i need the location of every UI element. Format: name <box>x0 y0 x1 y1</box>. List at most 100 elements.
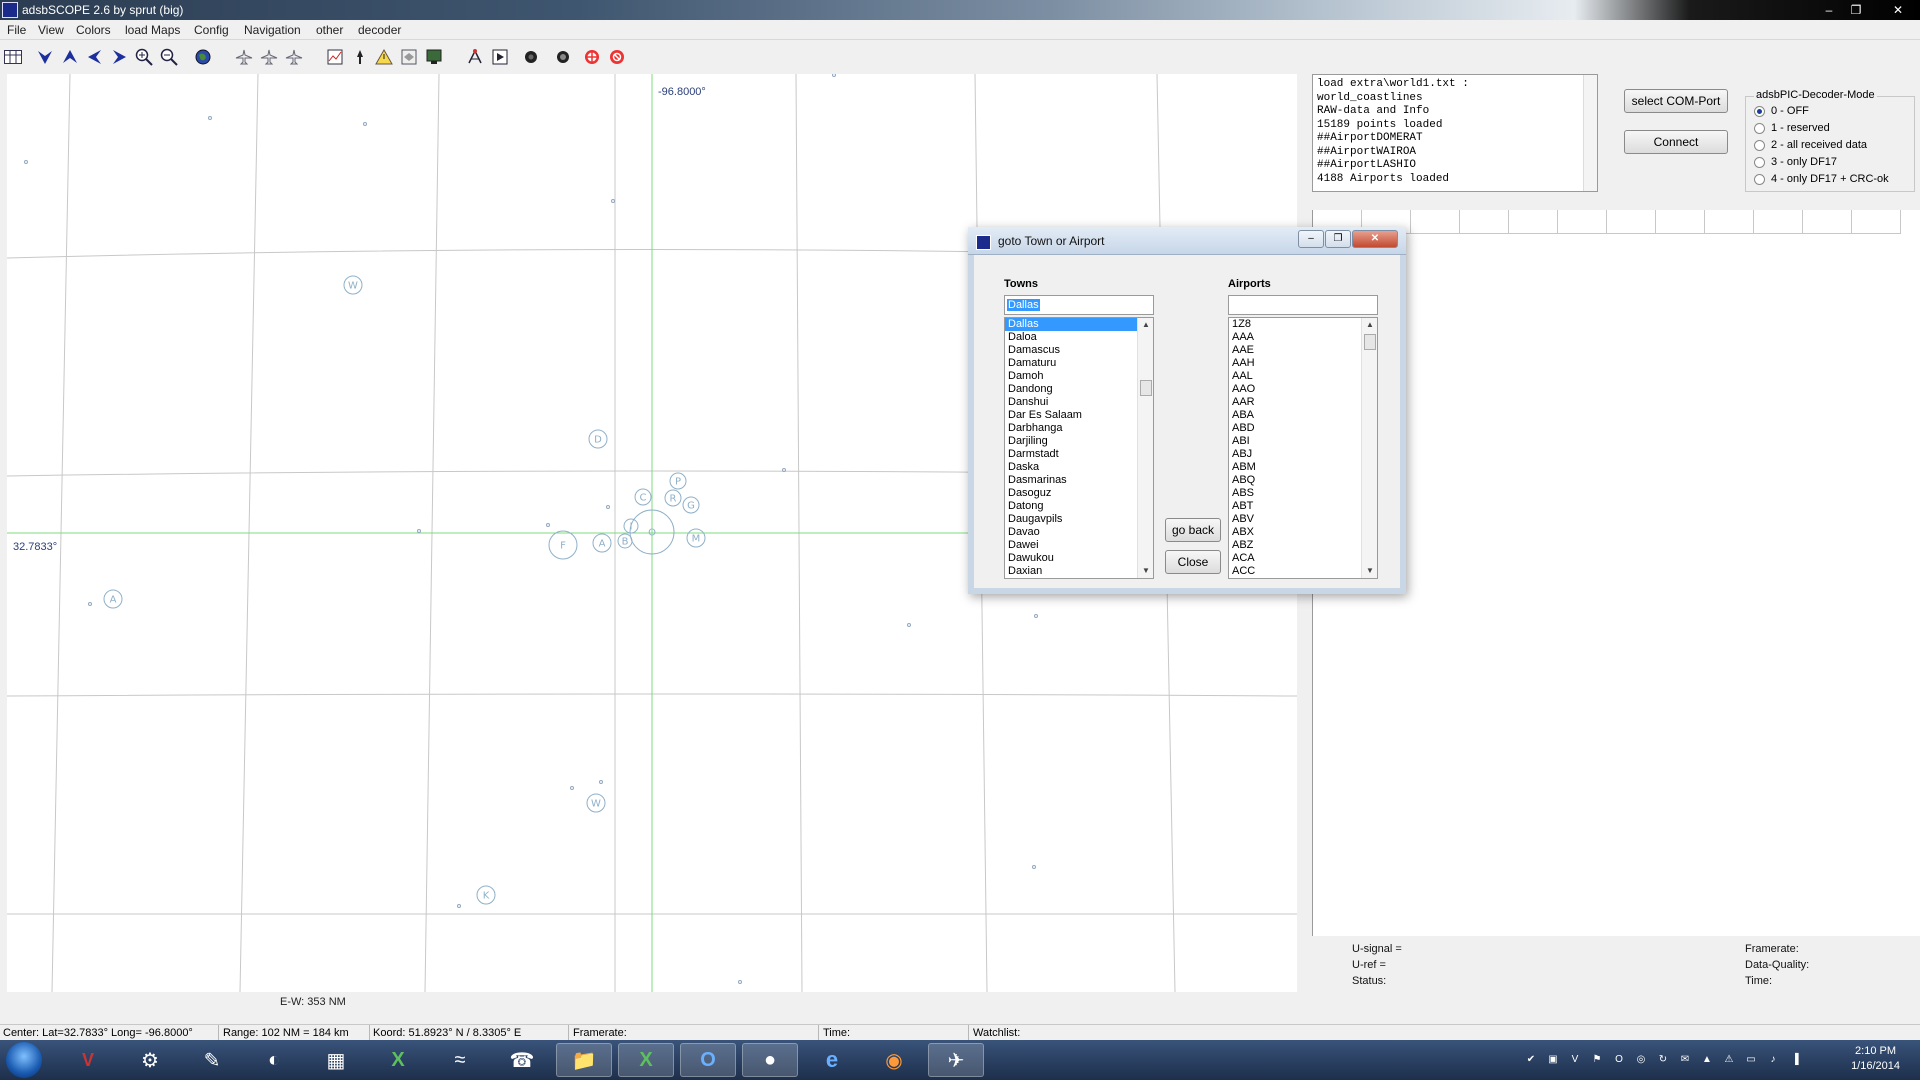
airport-marker[interactable]: R <box>664 489 682 507</box>
airport-marker[interactable]: A <box>103 589 123 609</box>
airport-marker[interactable]: M <box>686 528 706 548</box>
excel-window-icon[interactable]: X <box>618 1043 674 1077</box>
airport-marker[interactable]: P <box>669 472 687 490</box>
table-icon[interactable] <box>2 46 24 68</box>
town-list-item[interactable]: Daska <box>1005 461 1153 474</box>
menu-navigation[interactable]: Navigation <box>244 23 301 37</box>
network-app-icon[interactable]: ⚙ <box>122 1043 178 1077</box>
airport-marker[interactable]: W <box>343 275 363 295</box>
mode-option-2[interactable]: 2 - all received data <box>1754 139 1867 151</box>
airport-marker[interactable]: W <box>586 793 606 813</box>
tray-volume-icon[interactable]: ♪ <box>1766 1054 1780 1068</box>
excel-app-icon[interactable]: X <box>370 1043 426 1077</box>
select-com-port-button[interactable]: select COM-Port <box>1624 89 1728 113</box>
table-header-cell[interactable] <box>1607 210 1656 234</box>
airport-list-item[interactable]: AAO <box>1229 383 1377 396</box>
town-list-item[interactable]: Datong <box>1005 500 1153 513</box>
clock[interactable]: 2:10 PM 1/16/2014 <box>1851 1044 1900 1074</box>
town-list-item[interactable]: Dar Es Salaam <box>1005 409 1153 422</box>
towns-scrollbar[interactable]: ▲ ▼ <box>1137 318 1153 578</box>
airports-scrollbar[interactable]: ▲ ▼ <box>1361 318 1377 578</box>
airport-list-item[interactable]: ACA <box>1229 552 1377 565</box>
radio-icon[interactable] <box>1754 105 1765 117</box>
tray-flag-icon[interactable]: ⚑ <box>1590 1054 1604 1068</box>
stop-target-icon[interactable] <box>606 46 628 68</box>
radio-icon[interactable] <box>1754 122 1765 134</box>
adsbscope-app-icon[interactable]: ✈ <box>928 1043 984 1077</box>
log-box[interactable]: load extra\world1.txt : world_coastlines… <box>1312 74 1598 192</box>
radio-icon[interactable] <box>1754 139 1765 151</box>
arrow-down-icon[interactable] <box>34 46 56 68</box>
close-button[interactable]: Close <box>1165 550 1221 574</box>
town-list-item[interactable]: Daugavpils <box>1005 513 1153 526</box>
tray-signal-icon[interactable]: ▐ <box>1788 1054 1802 1068</box>
airport-list-item[interactable]: ABV <box>1229 513 1377 526</box>
dialog-minimize-icon[interactable]: ‒ <box>1298 230 1324 248</box>
radio-icon[interactable] <box>1754 173 1765 185</box>
go-back-button[interactable]: go back <box>1165 518 1221 542</box>
menu-view[interactable]: View <box>38 23 64 37</box>
tray-sync-icon[interactable]: ↻ <box>1656 1054 1670 1068</box>
airport-list-item[interactable]: AAL <box>1229 370 1377 383</box>
calc-app-icon[interactable]: ▦ <box>308 1043 364 1077</box>
airport-list-item[interactable]: ABS <box>1229 487 1377 500</box>
explorer-app-icon[interactable]: 📁 <box>556 1043 612 1077</box>
town-list-item[interactable]: Damascus <box>1005 344 1153 357</box>
airport-list-item[interactable]: ABT <box>1229 500 1377 513</box>
airport-list-item[interactable]: AAE <box>1229 344 1377 357</box>
record-dark-icon[interactable] <box>520 46 542 68</box>
record-icon[interactable] <box>552 46 574 68</box>
zoom-out-icon[interactable] <box>158 46 180 68</box>
town-list-item[interactable]: Darmstadt <box>1005 448 1153 461</box>
town-list-item[interactable]: Davao <box>1005 526 1153 539</box>
menu-file[interactable]: File <box>7 23 26 37</box>
tray-outlook-icon[interactable]: O <box>1612 1054 1626 1068</box>
town-list-item[interactable]: Damoh <box>1005 370 1153 383</box>
tray-v-icon[interactable]: V <box>1568 1054 1582 1068</box>
airport-marker[interactable]: G <box>682 496 700 514</box>
outlook-app-icon[interactable]: O <box>680 1043 736 1077</box>
table-header-cell[interactable] <box>1705 210 1754 234</box>
chart-icon[interactable] <box>324 46 346 68</box>
arrow-left-icon[interactable] <box>84 46 106 68</box>
airport-input[interactable] <box>1228 295 1378 315</box>
arrow-up-icon[interactable] <box>59 46 81 68</box>
airport-list-item[interactable]: 1Z8 <box>1229 318 1377 331</box>
airport-list-item[interactable]: AAA <box>1229 331 1377 344</box>
tray-alert-icon[interactable]: ⚠ <box>1722 1054 1736 1068</box>
town-list-item[interactable]: Dawei <box>1005 539 1153 552</box>
monitor-icon[interactable] <box>423 46 445 68</box>
town-list-item[interactable]: Dasmarinas <box>1005 474 1153 487</box>
notepad-app-icon[interactable]: ✎ <box>184 1043 240 1077</box>
target-icon[interactable] <box>581 46 603 68</box>
phone-app-icon[interactable]: ☎ <box>494 1043 550 1077</box>
town-list-item[interactable]: Dandong <box>1005 383 1153 396</box>
airport-list-item[interactable]: ABJ <box>1229 448 1377 461</box>
menu-colors[interactable]: Colors <box>76 23 111 37</box>
airport-marker[interactable]: C <box>634 488 652 506</box>
menu-config[interactable]: Config <box>194 23 229 37</box>
town-list-item[interactable]: Darjiling <box>1005 435 1153 448</box>
table-header-cell[interactable] <box>1754 210 1803 234</box>
messenger-app-icon[interactable]: ● <box>742 1043 798 1077</box>
antenna-icon[interactable] <box>464 46 486 68</box>
town-list-item[interactable]: Daxian <box>1005 565 1153 578</box>
town-input[interactable]: Dallas <box>1004 295 1154 315</box>
table-header-cell[interactable] <box>1411 210 1460 234</box>
dialog-close-icon[interactable]: ✕ <box>1352 230 1398 248</box>
town-list-item[interactable]: Dasoguz <box>1005 487 1153 500</box>
mode-option-0[interactable]: 0 - OFF <box>1754 105 1809 117</box>
mode-option-1[interactable]: 1 - reserved <box>1754 122 1830 134</box>
table-header-cell[interactable] <box>1803 210 1852 234</box>
globe-icon[interactable] <box>192 46 214 68</box>
airport-list-item[interactable]: ABD <box>1229 422 1377 435</box>
log-scrollbar[interactable] <box>1583 75 1597 191</box>
airport-list-item[interactable]: AAR <box>1229 396 1377 409</box>
town-list-item[interactable]: Danshui <box>1005 396 1153 409</box>
connect-button[interactable]: Connect <box>1624 130 1728 154</box>
town-list-item[interactable]: Damaturu <box>1005 357 1153 370</box>
play-icon[interactable] <box>489 46 511 68</box>
town-list-item[interactable]: Dallas <box>1005 318 1153 331</box>
scroll-thumb[interactable] <box>1364 334 1376 350</box>
airport-list-item[interactable]: ACC <box>1229 565 1377 578</box>
